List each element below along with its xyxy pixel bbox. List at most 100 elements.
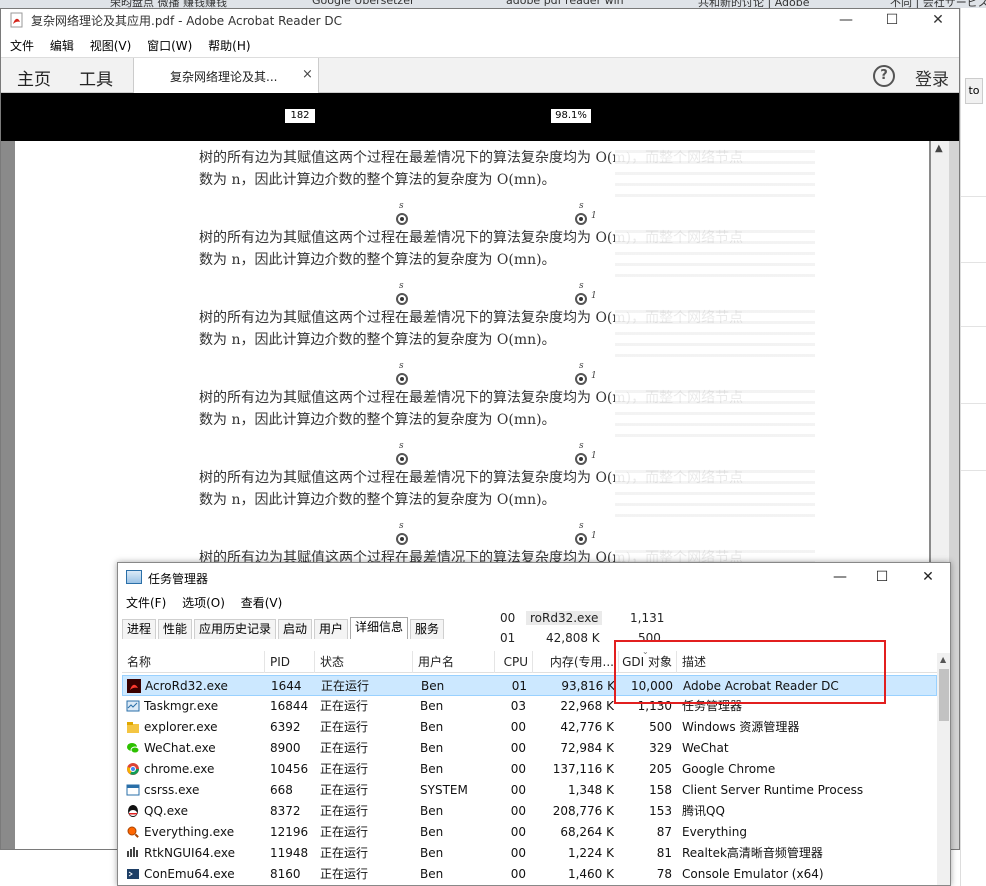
cell-cpu: 00 bbox=[510, 867, 526, 881]
cell-name: QQ.exe bbox=[144, 804, 188, 818]
chrome-icon bbox=[127, 763, 139, 775]
tab-performance[interactable]: 性能 bbox=[158, 619, 193, 639]
node-label-1: 1 bbox=[591, 211, 597, 221]
document-tab[interactable]: 复杂网络理论及其... × bbox=[133, 58, 319, 94]
task-manager-window: 任务管理器 — ☐ ✕ 文件(F) 选项(O) 查看(V) 进程 性能 应用历史… bbox=[117, 562, 951, 886]
table-row[interactable]: chrome.exe 10456 正在运行 Ben 00 137,116 K 205 Goog… bbox=[122, 759, 937, 780]
background-tab: adobe pdf reader win bbox=[506, 0, 624, 7]
background-tab: 不同 | 会社サービスフォ bbox=[890, 0, 986, 8]
minimize-button[interactable]: — bbox=[820, 566, 860, 588]
process-table-scrollbar[interactable]: ▲ bbox=[937, 653, 950, 885]
node-label-s: s bbox=[579, 521, 584, 531]
scroll-up-icon[interactable]: ▲ bbox=[940, 655, 946, 664]
help-icon[interactable]: ? bbox=[873, 65, 895, 87]
menu-window[interactable]: 窗口(W) bbox=[147, 35, 192, 57]
table-row[interactable]: explorer.exe 6392 正在运行 Ben 00 42,776 K 500 Wind… bbox=[122, 717, 937, 738]
cell-user: Ben bbox=[420, 846, 444, 860]
node-label-s: s bbox=[399, 441, 404, 451]
maximize-button[interactable]: ☐ bbox=[869, 9, 915, 31]
table-row[interactable]: RtkNGUI64.exe 11948 正在运行 Ben 00 1,224 K 81 Real… bbox=[122, 843, 937, 864]
cell-description: WeChat bbox=[682, 741, 729, 755]
graph-node-icon bbox=[396, 373, 408, 385]
zoom-field[interactable]: 98.1% bbox=[551, 109, 591, 123]
cell-memory: 68,264 K bbox=[560, 825, 614, 839]
cell-memory: 1,348 K bbox=[567, 783, 614, 797]
graph-node-icon bbox=[396, 453, 408, 465]
column-pid[interactable]: PID bbox=[264, 651, 314, 673]
cell-user: Ben bbox=[421, 679, 445, 693]
home-tab[interactable]: 主页 bbox=[17, 65, 51, 90]
cell-memory: 137,116 K bbox=[552, 762, 614, 776]
cell-user: Ben bbox=[420, 699, 444, 713]
cell-status: 正在运行 bbox=[320, 699, 369, 713]
close-button[interactable]: ✕ bbox=[915, 9, 959, 31]
cell-pid: 6392 bbox=[270, 720, 301, 734]
cell-status: 正在运行 bbox=[320, 741, 369, 755]
cell-name: csrss.exe bbox=[144, 783, 200, 797]
table-row[interactable]: QQ.exe 8372 正在运行 Ben 00 208,776 K 153 腾讯QQ bbox=[122, 801, 937, 822]
tab-services[interactable]: 服务 bbox=[410, 619, 445, 639]
close-button[interactable]: ✕ bbox=[908, 566, 948, 588]
cell-gdi-objects: 153 bbox=[649, 804, 672, 818]
graph-node-icon bbox=[575, 533, 587, 545]
page-toolbar: 182 98.1% bbox=[1, 93, 959, 141]
menu-file[interactable]: 文件 bbox=[10, 35, 34, 57]
maximize-button[interactable]: ☐ bbox=[862, 566, 902, 588]
scroll-up-icon[interactable]: ▲ bbox=[935, 143, 943, 154]
close-icon[interactable]: × bbox=[302, 67, 313, 82]
cell-status: 正在运行 bbox=[320, 804, 369, 818]
cell-description: Google Chrome bbox=[682, 762, 776, 776]
cell-pid: 12196 bbox=[270, 825, 309, 839]
menu-help[interactable]: 帮助(H) bbox=[208, 35, 250, 57]
minimize-button[interactable]: — bbox=[823, 9, 869, 31]
cell-memory: 93,816 K bbox=[561, 679, 615, 693]
repaint-fragment: 1,131 bbox=[630, 611, 665, 625]
cell-user: Ben bbox=[420, 720, 444, 734]
acrobat-window-title: 复杂网络理论及其应用.pdf - Adobe Acrobat Reader DC bbox=[31, 14, 343, 28]
task-manager-menu-bar: 文件(F) 选项(O) 查看(V) bbox=[118, 593, 286, 613]
red-highlight-box bbox=[614, 640, 886, 704]
login-button[interactable]: 登录 bbox=[915, 65, 949, 90]
cell-description: 腾讯QQ bbox=[682, 804, 725, 818]
menu-edit[interactable]: 编辑 bbox=[50, 35, 74, 57]
cell-cpu: 00 bbox=[510, 825, 526, 839]
column-user[interactable]: 用户名 bbox=[412, 651, 494, 673]
column-cpu[interactable]: CPU bbox=[494, 651, 532, 673]
table-row[interactable]: csrss.exe 668 正在运行 SYSTEM 00 1,348 K 158 Client… bbox=[122, 780, 937, 801]
page-number-field[interactable]: 182 bbox=[285, 109, 315, 123]
node-label-s: s bbox=[399, 361, 404, 371]
menu-view[interactable]: 视图(V) bbox=[90, 35, 132, 57]
menu-file[interactable]: 文件(F) bbox=[126, 593, 166, 613]
process-table-body: AcroRd32.exe 1644 正在运行 Ben 01 93,816 K 10,000 A… bbox=[122, 675, 937, 885]
graph-node-icon bbox=[575, 453, 587, 465]
tab-users[interactable]: 用户 bbox=[314, 619, 349, 639]
cell-name: RtkNGUI64.exe bbox=[144, 846, 235, 860]
tools-tab[interactable]: 工具 bbox=[79, 65, 113, 90]
task-manager-title: 任务管理器 bbox=[148, 572, 209, 586]
wechat-icon bbox=[127, 743, 140, 754]
menu-options[interactable]: 选项(O) bbox=[182, 593, 225, 613]
table-row[interactable]: ConEmu64.exe 8160 正在运行 Ben 00 1,460 K 78 Consol… bbox=[122, 864, 937, 885]
background-tab: Google Übersetzer bbox=[312, 0, 415, 7]
menu-view[interactable]: 查看(V) bbox=[241, 593, 283, 613]
background-button[interactable]: to bbox=[965, 78, 983, 104]
table-row[interactable]: Everything.exe 12196 正在运行 Ben 00 68,264 K 87 Ev… bbox=[122, 822, 937, 843]
graph-node-icon bbox=[575, 373, 587, 385]
background-tab: 共和新的讨论 | Adobe bbox=[698, 0, 810, 8]
column-name[interactable]: 名称 bbox=[122, 651, 264, 673]
table-row[interactable]: WeChat.exe 8900 正在运行 Ben 00 72,984 K 329 WeChat bbox=[122, 738, 937, 759]
tab-startup[interactable]: 启动 bbox=[278, 619, 313, 639]
column-memory[interactable]: 内存(专用... bbox=[532, 651, 618, 673]
cell-cpu: 03 bbox=[510, 699, 526, 713]
tab-details[interactable]: 详细信息 bbox=[350, 617, 409, 639]
cell-user: SYSTEM bbox=[420, 783, 468, 797]
tab-app-history[interactable]: 应用历史记录 bbox=[194, 619, 277, 639]
column-status[interactable]: 状态 bbox=[314, 651, 412, 673]
cell-memory: 1,460 K bbox=[567, 867, 614, 881]
cell-gdi-objects: 329 bbox=[649, 741, 672, 755]
window-icon bbox=[126, 784, 140, 796]
node-label-1: 1 bbox=[591, 531, 597, 541]
tab-processes[interactable]: 进程 bbox=[122, 619, 157, 639]
graph-node-icon bbox=[575, 293, 587, 305]
scrollbar-thumb[interactable] bbox=[939, 669, 949, 721]
